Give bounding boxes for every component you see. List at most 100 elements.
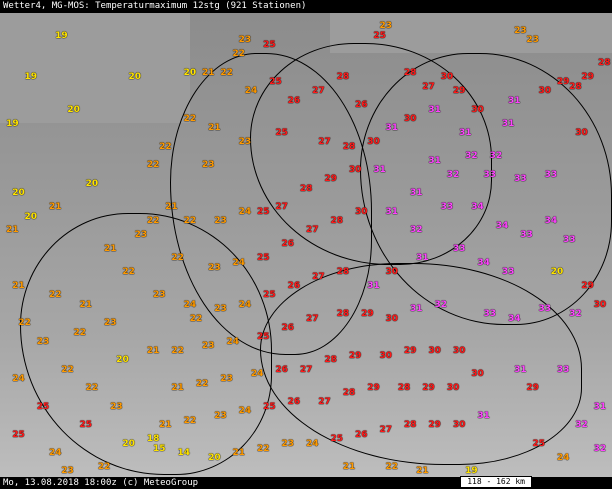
station-temp-label: 25 <box>275 128 288 138</box>
station-temp-label: 22 <box>195 378 209 389</box>
station-temp-label: 30 <box>440 72 454 83</box>
station-temp-label: 19 <box>465 466 478 476</box>
station-temp-label: 24 <box>238 299 252 310</box>
station-temp-label: 24 <box>306 438 319 449</box>
station-temp-label: 22 <box>183 216 197 227</box>
station-temp-label: 25 <box>257 332 270 343</box>
station-temp-label: 23 <box>281 438 295 449</box>
station-temp-label: 20 <box>183 67 197 78</box>
station-temp-label: 21 <box>12 281 25 292</box>
station-temp-label: 30 <box>446 383 460 394</box>
station-temp-label: 27 <box>312 271 325 282</box>
station-temp-label: 34 <box>477 257 490 268</box>
station-temp-label: 20 <box>128 72 142 83</box>
station-temp-label: 31 <box>514 364 527 375</box>
station-temp-label: 24 <box>226 336 239 347</box>
station-temp-label: 28 <box>569 81 582 92</box>
station-temp-label: 22 <box>385 462 399 473</box>
station-temp-label: 20 <box>122 438 135 449</box>
station-temp-label: 22 <box>97 462 111 473</box>
station-temp-label: 21 <box>416 466 429 476</box>
station-temp-label: 34 <box>544 216 558 227</box>
station-temp-label: 21 <box>104 244 117 254</box>
station-temp-label: 28 <box>330 216 343 227</box>
station-temp-label: 30 <box>379 350 392 361</box>
weather-map-window: Wetter4, MG-MOS: Temperaturmaximum 12stg… <box>0 0 612 489</box>
station-temp-label: 23 <box>238 137 252 148</box>
station-temp-label: 24 <box>238 206 252 217</box>
station-temp-label: 31 <box>373 165 386 176</box>
station-temp-label: 24 <box>48 448 62 459</box>
station-temp-label: 28 <box>598 58 611 69</box>
station-temp-label: 25 <box>257 253 270 264</box>
station-temp-label: 21 <box>165 202 178 213</box>
station-temp-label: 23 <box>104 318 117 329</box>
station-temp-label: 28 <box>403 67 417 78</box>
station-temp-label: 29 <box>348 350 362 361</box>
station-temp-label: 23 <box>61 466 74 476</box>
station-temp-label: 29 <box>556 76 570 87</box>
station-temp-label: 22 <box>183 415 197 426</box>
station-temp-label: 22 <box>85 383 99 394</box>
station-temp-label: 23 <box>36 336 50 347</box>
station-temp-label: 30 <box>452 346 466 357</box>
station-temp-label: 20 <box>67 104 80 115</box>
station-temp-label: 33 <box>556 364 570 375</box>
station-temp-label: 23 <box>201 341 215 352</box>
station-temp-label: 22 <box>73 327 86 338</box>
station-temp-label: 28 <box>299 183 313 194</box>
station-temp-label: 25 <box>532 438 545 449</box>
station-temp-label: 25 <box>79 420 93 431</box>
station-temp-label: 23 <box>110 401 123 412</box>
station-temp-label: 14 <box>177 448 190 459</box>
station-temp-label: 28 <box>324 355 337 366</box>
station-temp-label: 26 <box>281 239 295 250</box>
station-temp-label: 22 <box>171 253 184 264</box>
station-temp-label: 21 <box>232 448 246 459</box>
map-title: Wetter4, MG-MOS: Temperaturmaximum 12stg… <box>0 0 612 13</box>
station-temp-label: 28 <box>336 308 350 319</box>
station-temp-label: 28 <box>342 141 356 152</box>
station-temp-label: 26 <box>275 364 288 375</box>
station-temp-label: 31 <box>428 104 441 115</box>
station-temp-label: 19 <box>55 30 68 41</box>
station-temp-label: 33 <box>563 234 576 245</box>
station-temp-label: 22 <box>171 346 184 357</box>
station-temp-label: 24 <box>250 369 264 380</box>
timestamp-label: Mo, 13.08.2018 18:00z (c) MeteoGroup <box>3 478 199 488</box>
station-temp-label: 22 <box>146 216 160 227</box>
station-temp-label: 22 <box>48 290 62 301</box>
station-temp-label: 25 <box>373 30 386 41</box>
station-temp-label: 23 <box>214 304 227 315</box>
station-temp-label: 22 <box>183 114 197 125</box>
station-temp-label: 33 <box>520 230 533 241</box>
station-temp-label: 23 <box>526 35 539 46</box>
station-temp-label: 31 <box>385 123 399 134</box>
station-temp-label: 33 <box>501 267 515 278</box>
station-temp-label: 23 <box>214 216 227 227</box>
station-temp-label: 24 <box>244 86 258 97</box>
station-temp-label: 29 <box>452 86 466 97</box>
station-temp-label: 28 <box>336 72 350 83</box>
station-temp-label: 25 <box>263 39 276 50</box>
station-temp-label: 22 <box>257 443 270 454</box>
station-temp-label: 20 <box>85 179 99 190</box>
station-temp-label: 26 <box>287 95 301 106</box>
station-temp-label: 31 <box>501 118 515 129</box>
station-temp-label: 29 <box>403 346 417 357</box>
station-temp-label: 27 <box>318 397 331 408</box>
temperature-map[interactable]: 19 19 20 20 21 19 20 20 21 20 21 20 22 23 21 22 23 24 22 23… <box>0 13 612 477</box>
station-temp-label: 30 <box>471 369 484 380</box>
station-temp-label: 27 <box>379 424 392 435</box>
station-temp-label: 33 <box>440 202 454 213</box>
station-temp-label: 22 <box>146 160 160 171</box>
station-temp-label: 21 <box>171 383 184 394</box>
station-temp-label: 29 <box>428 420 441 431</box>
station-temp-label: 23 <box>201 160 215 171</box>
station-temp-label: 30 <box>354 206 368 217</box>
station-temp-label: 30 <box>367 137 380 148</box>
station-temp-label: 29 <box>422 383 435 394</box>
station-temp-label: 30 <box>385 313 399 324</box>
station-temp-label: 27 <box>422 81 435 92</box>
station-temp-label: 23 <box>514 25 527 36</box>
